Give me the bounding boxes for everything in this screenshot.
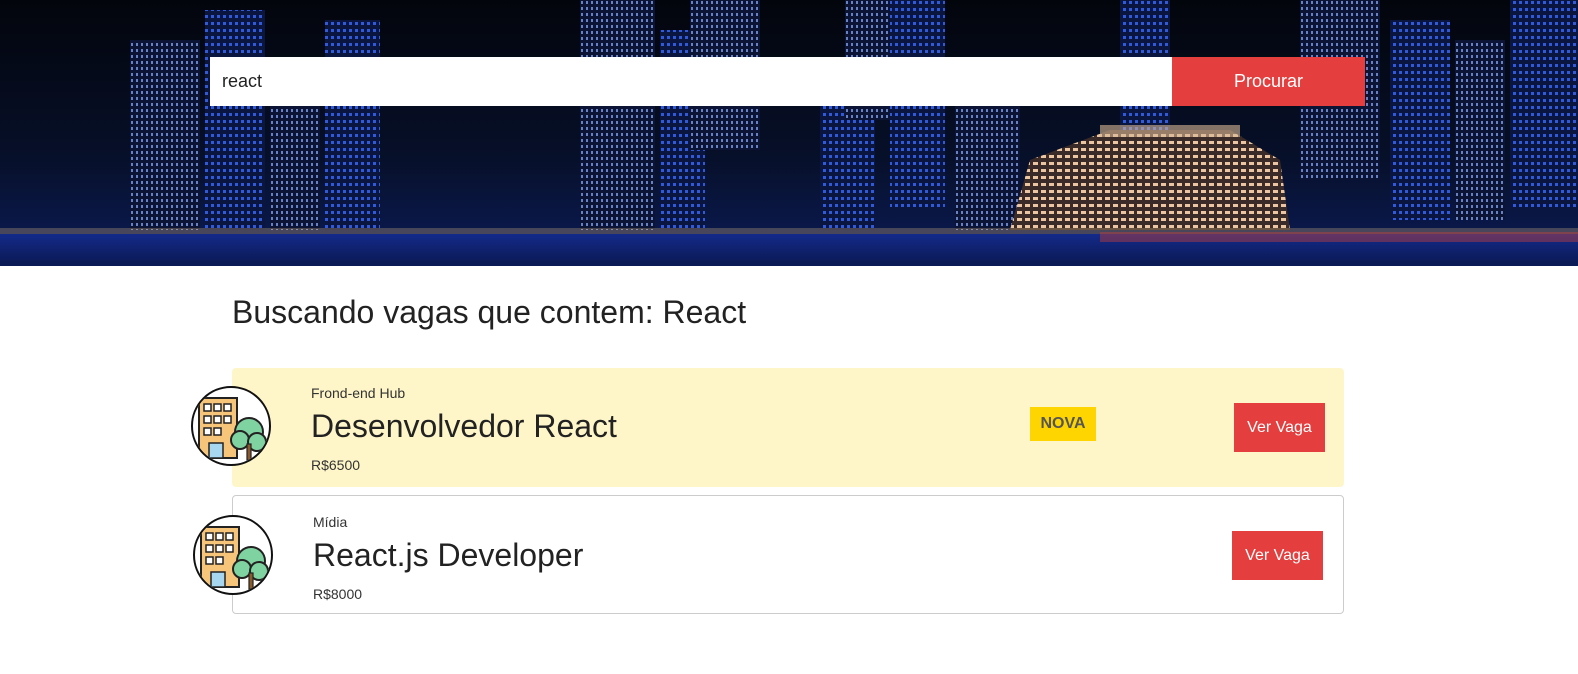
view-job-button[interactable]: Ver Vaga xyxy=(1234,403,1325,452)
office-building-icon xyxy=(191,386,271,466)
company-name: Frond-end Hub xyxy=(311,385,406,401)
hero-banner: Procurar xyxy=(0,0,1578,266)
job-title: Desenvolvedor React xyxy=(311,408,617,444)
job-title: React.js Developer xyxy=(313,537,584,573)
city-skyline-background xyxy=(0,0,1578,266)
view-job-button[interactable]: Ver Vaga xyxy=(1232,531,1323,580)
job-card: Mídia React.js Developer R$8000 Ver Vaga xyxy=(193,495,1344,614)
office-building-icon xyxy=(193,515,273,595)
new-badge: NOVA xyxy=(1030,407,1096,441)
company-name: Mídia xyxy=(313,514,348,530)
job-card: Frond-end Hub Desenvolvedor React R$6500… xyxy=(191,368,1344,487)
job-salary: R$8000 xyxy=(313,586,363,602)
job-search-input[interactable] xyxy=(210,57,1172,106)
search-results-heading: Buscando vagas que contem: React xyxy=(232,294,747,330)
search-button[interactable]: Procurar xyxy=(1172,57,1365,106)
job-salary: R$6500 xyxy=(311,457,361,473)
